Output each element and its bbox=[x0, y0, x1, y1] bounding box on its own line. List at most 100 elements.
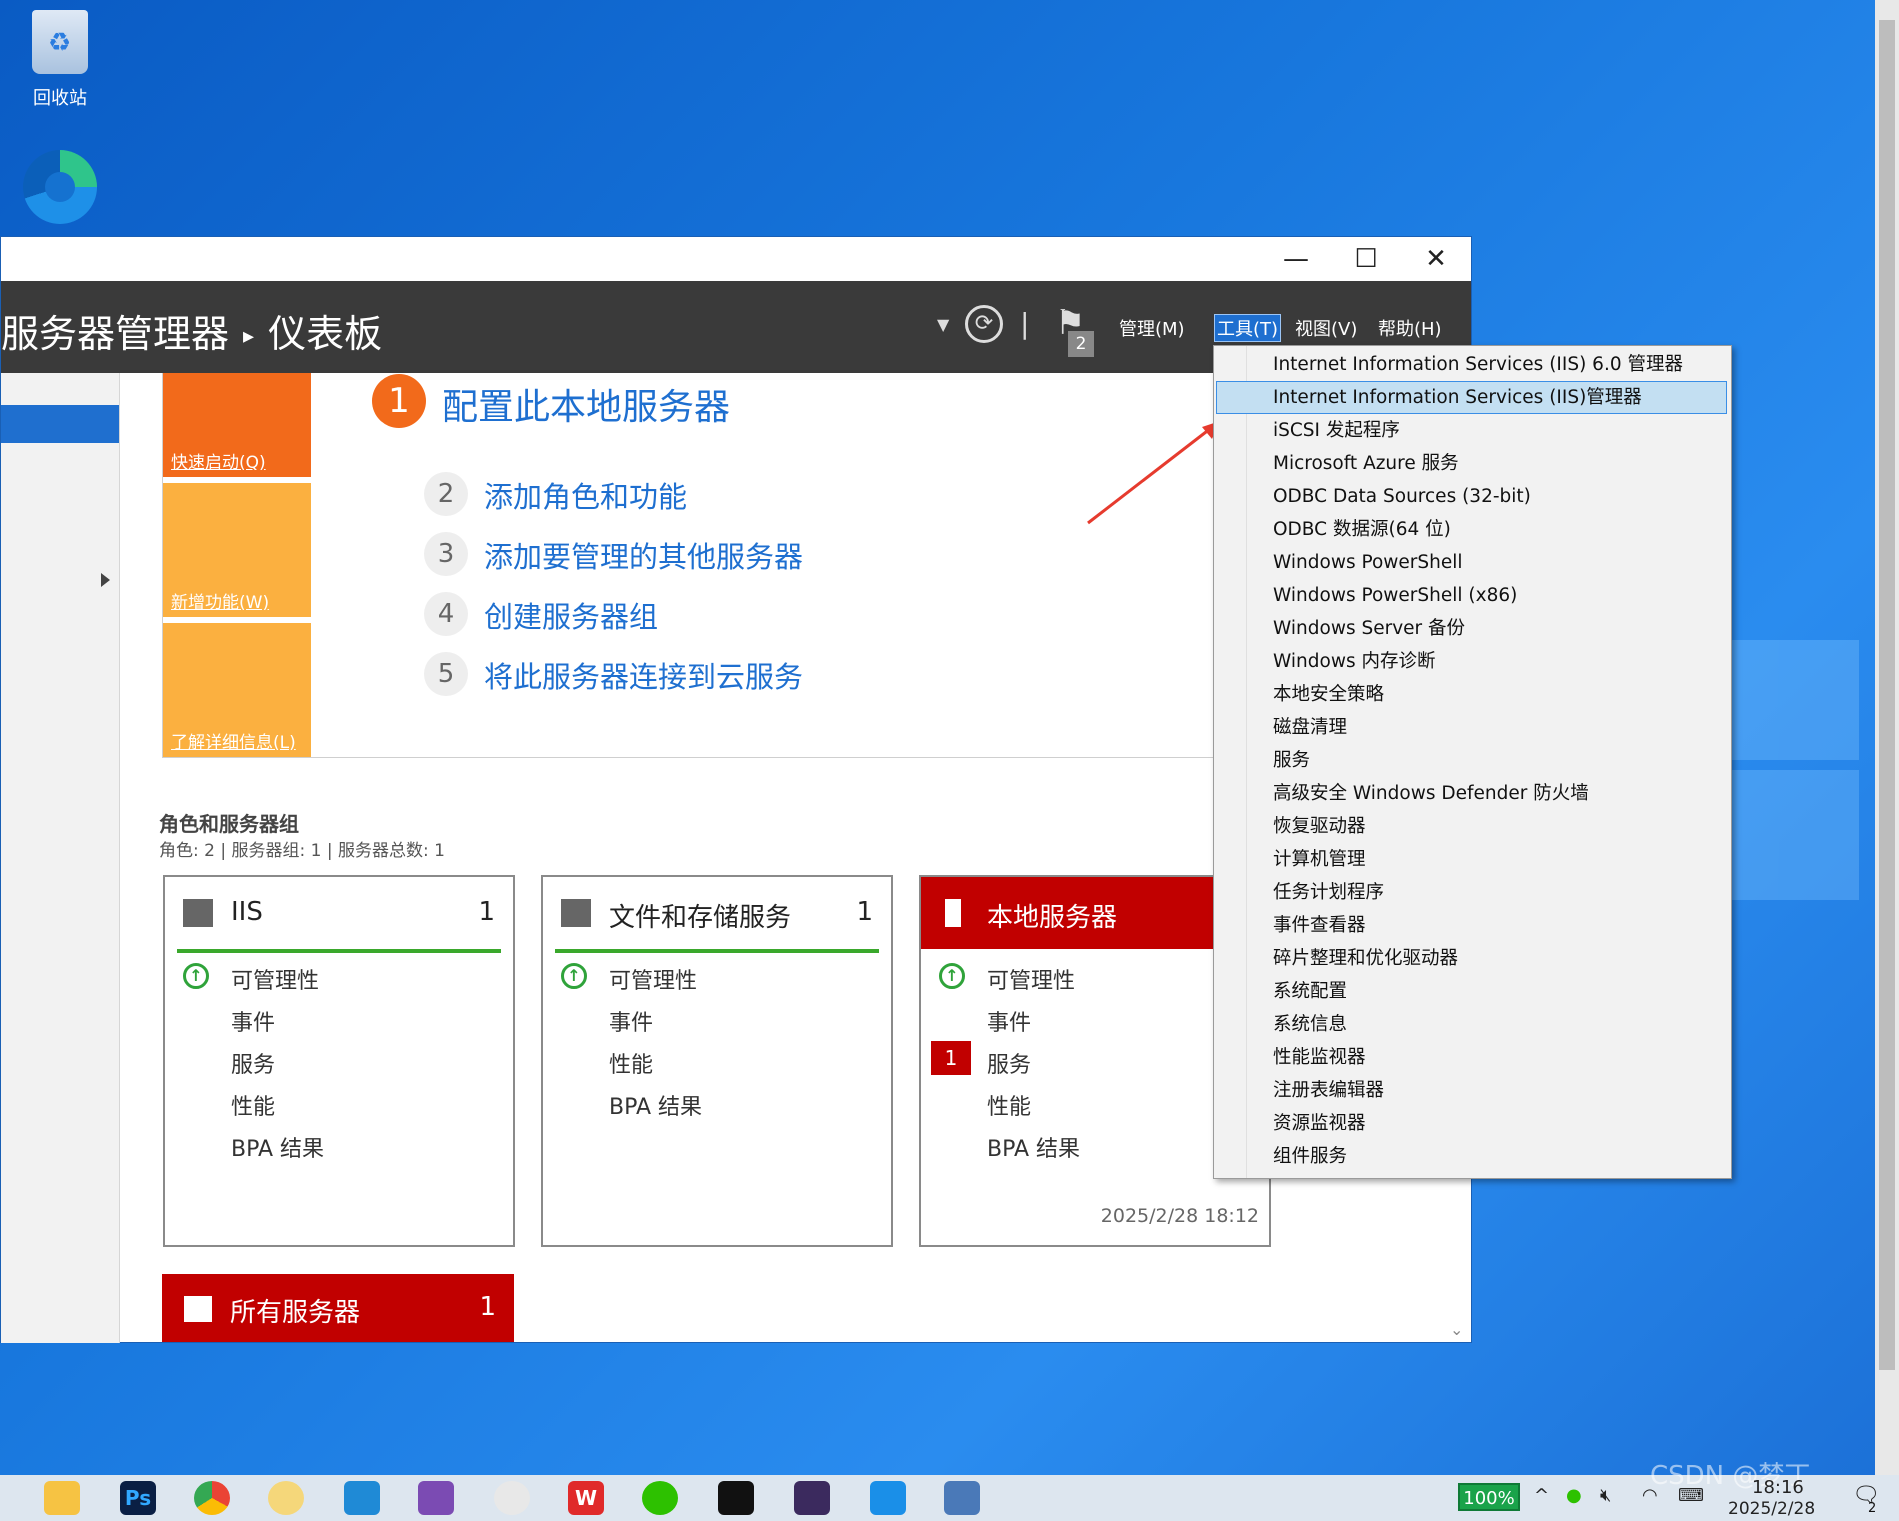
title-bar: — ☐ ✕ bbox=[1, 237, 1471, 281]
quick-start-tiles: 快速启动(Q) 新增功能(W) 了解详细信息(L) bbox=[163, 373, 313, 757]
card-row[interactable]: 性能 bbox=[231, 1089, 275, 1121]
step-5-number: 5 bbox=[424, 652, 468, 696]
maximize-button[interactable]: ☐ bbox=[1331, 237, 1401, 281]
battery-indicator[interactable]: 100% bbox=[1458, 1483, 1520, 1511]
step-5-link[interactable]: 将此服务器连接到云服务 bbox=[484, 654, 803, 696]
menu-item-component-services[interactable]: 组件服务 bbox=[1216, 1140, 1727, 1173]
close-button[interactable]: ✕ bbox=[1401, 237, 1471, 281]
menu-item-local-security-policy[interactable]: 本地安全策略 bbox=[1216, 678, 1727, 711]
terminal-2-icon[interactable] bbox=[794, 1481, 830, 1515]
role-card-all-servers[interactable]: 所有服务器 1 bbox=[162, 1274, 514, 1342]
menu-tools[interactable]: 工具(T) bbox=[1214, 314, 1282, 342]
menu-item-iis-manager[interactable]: Internet Information Services (IIS)管理器 bbox=[1216, 381, 1727, 414]
menu-item-powershell-x86[interactable]: Windows PowerShell (x86) bbox=[1216, 579, 1727, 612]
step-4-link[interactable]: 创建服务器组 bbox=[484, 594, 658, 636]
dropdown-arrow-icon[interactable]: ▼ bbox=[937, 315, 949, 334]
feishu-icon[interactable] bbox=[870, 1481, 906, 1515]
minimize-button[interactable]: — bbox=[1261, 237, 1331, 281]
menu-item-iscsi[interactable]: iSCSI 发起程序 bbox=[1216, 414, 1727, 447]
card-row[interactable]: 服务 bbox=[231, 1047, 275, 1079]
card-row[interactable]: 服务 bbox=[987, 1047, 1031, 1079]
card-row[interactable]: 事件 bbox=[609, 1005, 653, 1037]
scrollbar-thumb[interactable] bbox=[1879, 20, 1895, 1370]
recycle-bin-label: 回收站 bbox=[33, 88, 87, 109]
tile-quick-start[interactable]: 快速启动(Q) bbox=[163, 373, 311, 477]
desktop-scrollbar[interactable] bbox=[1875, 0, 1899, 1475]
menu-item-memory-diagnostic[interactable]: Windows 内存诊断 bbox=[1216, 645, 1727, 678]
menu-item-odbc64[interactable]: ODBC 数据源(64 位) bbox=[1216, 513, 1727, 546]
server-manager-taskbar-icon[interactable] bbox=[944, 1481, 980, 1515]
card-row[interactable]: 可管理性 bbox=[609, 963, 697, 995]
nav-item-dashboard[interactable] bbox=[1, 405, 119, 443]
step-3-number: 3 bbox=[424, 532, 468, 576]
ok-status-icon: ↑ bbox=[561, 963, 587, 989]
menu-item-firewall[interactable]: 高级安全 Windows Defender 防火墙 bbox=[1216, 777, 1727, 810]
card-title: 文件和存储服务 bbox=[609, 903, 792, 933]
menu-item-resource-monitor[interactable]: 资源监视器 bbox=[1216, 1107, 1727, 1140]
wps-icon[interactable]: W bbox=[568, 1481, 604, 1515]
vscode-icon[interactable] bbox=[344, 1481, 380, 1515]
menu-item-performance-monitor[interactable]: 性能监视器 bbox=[1216, 1041, 1727, 1074]
file-storage-icon bbox=[561, 899, 591, 927]
menu-view[interactable]: 视图(V) bbox=[1295, 315, 1357, 341]
scroll-down-icon[interactable]: ⌄ bbox=[1450, 1320, 1463, 1339]
card-row[interactable]: 可管理性 bbox=[987, 963, 1075, 995]
visual-studio-icon[interactable] bbox=[418, 1481, 454, 1515]
menu-item-azure[interactable]: Microsoft Azure 服务 bbox=[1216, 447, 1727, 480]
refresh-icon[interactable]: ⟳ bbox=[965, 305, 1003, 343]
tile-whats-new[interactable]: 新增功能(W) bbox=[163, 483, 311, 617]
card-row[interactable]: 可管理性 bbox=[231, 963, 319, 995]
clock-time[interactable]: 18:16 bbox=[1752, 1477, 1804, 1498]
menu-item-powershell[interactable]: Windows PowerShell bbox=[1216, 546, 1727, 579]
chat-app-icon[interactable] bbox=[494, 1481, 530, 1515]
card-row[interactable]: 事件 bbox=[231, 1005, 275, 1037]
paw-app-icon[interactable] bbox=[268, 1481, 304, 1515]
menu-item-server-backup[interactable]: Windows Server 备份 bbox=[1216, 612, 1727, 645]
step-2-link[interactable]: 添加角色和功能 bbox=[484, 474, 687, 516]
menu-help[interactable]: 帮助(H) bbox=[1378, 315, 1442, 341]
menu-item-disk-cleanup[interactable]: 磁盘清理 bbox=[1216, 711, 1727, 744]
card-row[interactable]: 性能 bbox=[609, 1047, 653, 1079]
menu-item-iis6-manager[interactable]: Internet Information Services (IIS) 6.0 … bbox=[1216, 348, 1727, 381]
menu-item-event-viewer[interactable]: 事件查看器 bbox=[1216, 909, 1727, 942]
breadcrumb-app[interactable]: 服务器管理器 bbox=[1, 312, 229, 356]
edge-desktop-icon[interactable] bbox=[20, 150, 100, 224]
expand-arrow-icon[interactable] bbox=[101, 573, 110, 587]
wechat-tray-icon[interactable]: ● bbox=[1566, 1485, 1582, 1506]
chrome-icon[interactable] bbox=[194, 1481, 230, 1515]
menu-item-task-scheduler[interactable]: 任务计划程序 bbox=[1216, 876, 1727, 909]
card-row[interactable]: BPA 结果 bbox=[987, 1131, 1080, 1163]
server-role-icon bbox=[183, 899, 213, 927]
menu-manage[interactable]: 管理(M) bbox=[1119, 315, 1185, 341]
card-count: 1 bbox=[478, 897, 495, 927]
menu-item-recovery-drive[interactable]: 恢复驱动器 bbox=[1216, 810, 1727, 843]
clock-date[interactable]: 2025/2/28 bbox=[1728, 1499, 1815, 1519]
role-card-iis[interactable]: IIS 1 ↑ 可管理性 事件 服务 性能 BPA 结果 bbox=[163, 875, 515, 1247]
photoshop-icon[interactable]: Ps bbox=[120, 1481, 156, 1515]
card-row[interactable]: BPA 结果 bbox=[231, 1131, 324, 1163]
volume-mute-icon[interactable]: 🔇︎ bbox=[1600, 1485, 1611, 1506]
menu-item-services[interactable]: 服务 bbox=[1216, 744, 1727, 777]
recycle-bin-desktop-icon[interactable]: 回收站 bbox=[20, 10, 100, 110]
menu-item-odbc32[interactable]: ODBC Data Sources (32-bit) bbox=[1216, 480, 1727, 513]
menu-item-defrag[interactable]: 碎片整理和优化驱动器 bbox=[1216, 942, 1727, 975]
menu-item-registry-editor[interactable]: 注册表编辑器 bbox=[1216, 1074, 1727, 1107]
terminal-icon[interactable] bbox=[718, 1481, 754, 1515]
card-header[interactable]: IIS 1 bbox=[165, 877, 513, 949]
card-row[interactable]: 事件 bbox=[987, 1005, 1031, 1037]
card-header[interactable]: 文件和存储服务 1 bbox=[543, 877, 891, 949]
tray-expand-icon[interactable]: ^ bbox=[1534, 1485, 1549, 1506]
menu-item-system-config[interactable]: 系统配置 bbox=[1216, 975, 1727, 1008]
step-3-link[interactable]: 添加要管理的其他服务器 bbox=[484, 534, 803, 576]
menu-item-computer-management[interactable]: 计算机管理 bbox=[1216, 843, 1727, 876]
role-card-file-storage[interactable]: 文件和存储服务 1 ↑ 可管理性 事件 性能 BPA 结果 bbox=[541, 875, 893, 1247]
tile-learn-more[interactable]: 了解详细信息(L) bbox=[163, 623, 311, 757]
taskbar: Ps W 100% ^ ● 🔇︎ ◠ ⌨ CSDN @梦丁 18:16 2025… bbox=[0, 1461, 1899, 1521]
card-row[interactable]: 性能 bbox=[987, 1089, 1031, 1121]
card-row[interactable]: BPA 结果 bbox=[609, 1089, 702, 1121]
step-1-link[interactable]: 配置此本地服务器 bbox=[442, 378, 730, 430]
annotation-arrow-icon bbox=[1087, 421, 1220, 525]
menu-item-system-info[interactable]: 系统信息 bbox=[1216, 1008, 1727, 1041]
wechat-icon[interactable] bbox=[642, 1481, 678, 1515]
taskbar-tools-icon[interactable] bbox=[44, 1481, 80, 1515]
